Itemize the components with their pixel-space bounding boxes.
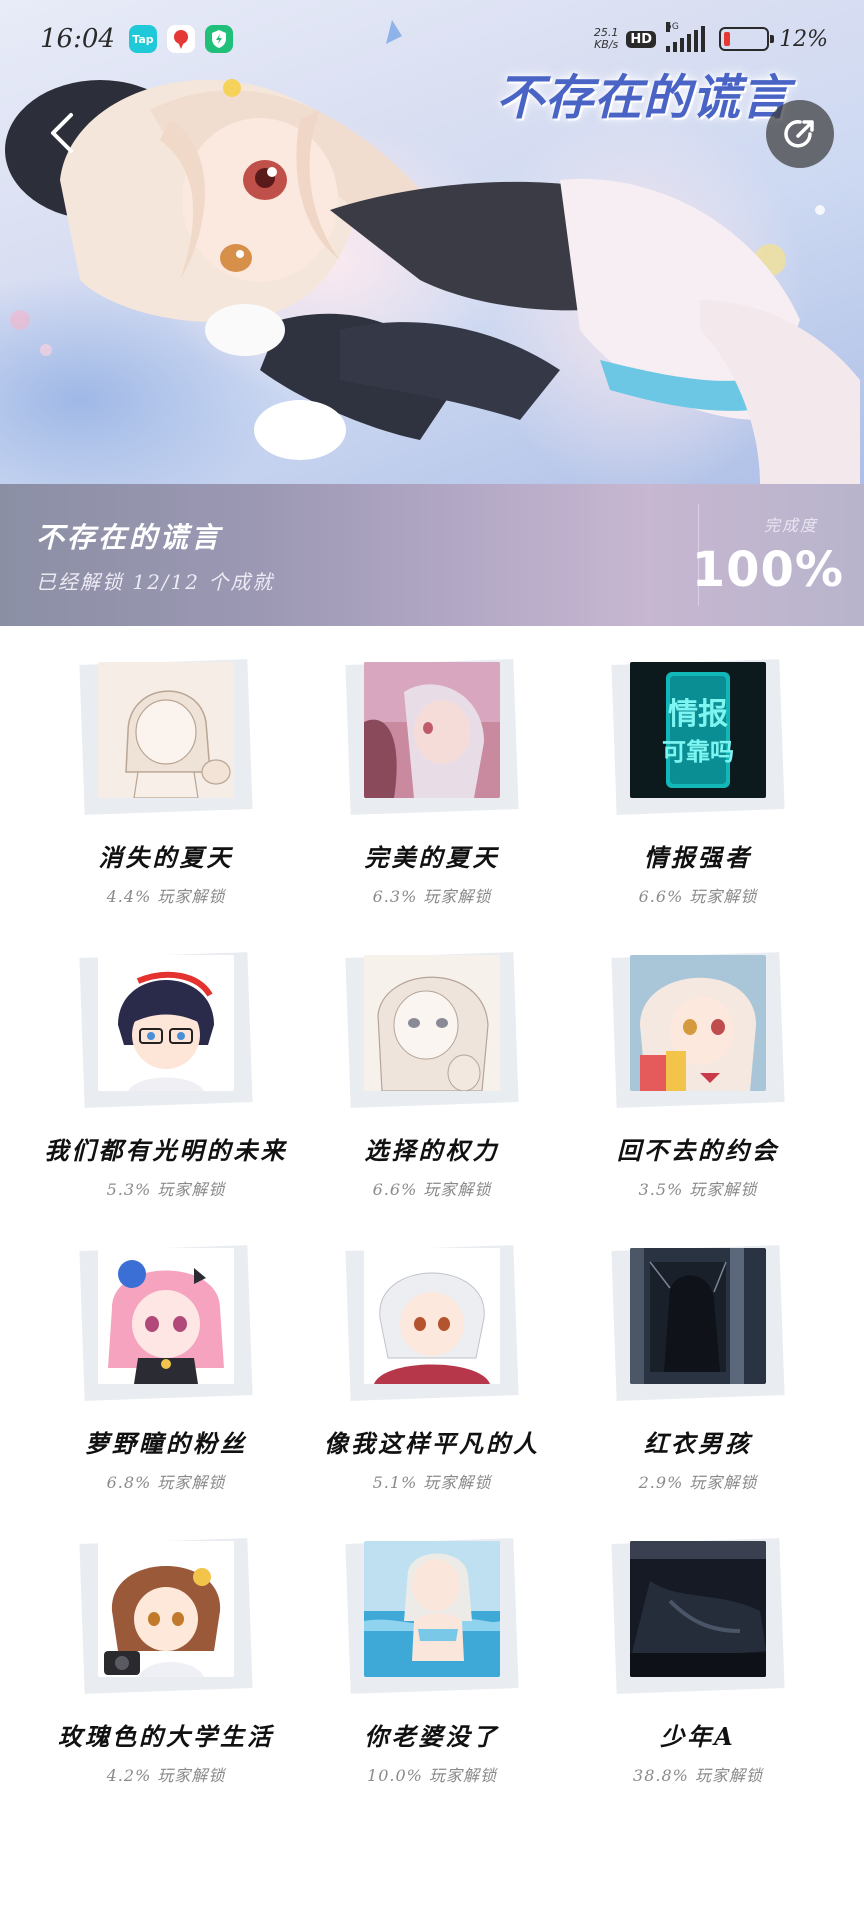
achievement-thumbnail	[79, 952, 253, 1108]
share-icon	[784, 120, 814, 148]
achievement-title: 选择的权力	[364, 1136, 500, 1165]
notification-app-icon	[166, 25, 195, 53]
completion-value: 100%	[691, 542, 844, 598]
achievement-card[interactable]: 完美的夏天 6.3% 玩家解锁	[299, 626, 565, 919]
achievement-art	[364, 1248, 500, 1384]
achievement-card[interactable]: 选择的权力 6.6% 玩家解锁	[299, 919, 565, 1212]
achievement-art	[630, 1248, 766, 1384]
achievement-summary: 不存在的谎言 已经解锁 12/12 个成就 完成度 100%	[0, 484, 864, 626]
achievement-thumbnail	[611, 1245, 785, 1401]
battery-icon	[719, 27, 775, 51]
achievement-rate: 5.1% 玩家解锁	[372, 1473, 492, 1492]
share-button[interactable]	[766, 100, 834, 168]
taptap-icon: Tap	[128, 25, 157, 53]
achievement-title: 消失的夏天	[98, 843, 234, 872]
achievement-title: 萝野瞳的粉丝	[85, 1429, 247, 1458]
achievement-rate: 3.5% 玩家解锁	[638, 1180, 758, 1199]
achievement-art	[630, 955, 766, 1091]
achievement-thumbnail	[345, 952, 519, 1108]
chevron-left-icon	[51, 113, 73, 153]
art-text-2: 可靠吗	[662, 738, 734, 766]
art-text-1: 情报	[668, 697, 728, 732]
status-bar: 16:04 Tap 25.1 KB/s HD 5G 12%	[0, 0, 864, 78]
achievement-grid: 消失的夏天 4.4% 玩家解锁 完美的夏天 6.3% 玩家解锁 情报 可靠吗 情…	[0, 626, 864, 1798]
achievement-title: 红衣男孩	[644, 1429, 752, 1458]
achievement-card[interactable]: 萝野瞳的粉丝 6.8% 玩家解锁	[33, 1212, 299, 1505]
achievement-rate: 6.6% 玩家解锁	[638, 887, 758, 906]
achievement-thumbnail: 情报 可靠吗	[611, 659, 785, 815]
achievement-art	[364, 1541, 500, 1677]
battery-percent: 12%	[779, 26, 828, 52]
achievement-card[interactable]: 像我这样平凡的人 5.1% 玩家解锁	[299, 1212, 565, 1505]
achievement-card[interactable]: 红衣男孩 2.9% 玩家解锁	[565, 1212, 831, 1505]
achievement-card[interactable]: 我们都有光明的未来 5.3% 玩家解锁	[33, 919, 299, 1212]
status-app-icons: Tap	[128, 25, 233, 53]
network-type: 5G	[666, 22, 679, 32]
achievement-rate: 6.3% 玩家解锁	[372, 887, 492, 906]
hd-badge: HD	[626, 30, 657, 48]
achievement-art: 情报 可靠吗	[630, 662, 766, 798]
achievement-art	[98, 1248, 234, 1384]
completion-label: 完成度	[763, 516, 818, 535]
achievement-title: 情报强者	[644, 843, 752, 872]
achievement-title: 回不去的约会	[617, 1136, 779, 1165]
achievement-thumbnail	[79, 1245, 253, 1401]
achievement-title: 玫瑰色的大学生活	[58, 1722, 274, 1751]
achievement-art	[98, 955, 234, 1091]
achievement-title: 你老婆没了	[364, 1722, 500, 1751]
achievement-rate: 6.6% 玩家解锁	[372, 1180, 492, 1199]
achievement-art	[98, 662, 234, 798]
achievement-art	[630, 1541, 766, 1677]
achievement-card[interactable]: 少年A 38.8% 玩家解锁	[565, 1505, 831, 1798]
achievement-card[interactable]: 回不去的约会 3.5% 玩家解锁	[565, 919, 831, 1212]
achievement-rate: 2.9% 玩家解锁	[638, 1473, 758, 1492]
back-button[interactable]	[30, 96, 94, 170]
achievement-rate: 5.3% 玩家解锁	[106, 1180, 226, 1199]
unlocked-count: 已经解锁 12/12 个成就	[36, 570, 275, 594]
achievement-rate: 38.8% 玩家解锁	[633, 1766, 763, 1785]
status-time: 16:04	[40, 24, 115, 54]
achievement-art	[364, 955, 500, 1091]
signal-icon: 5G	[666, 22, 706, 52]
achievement-rate: 4.2% 玩家解锁	[106, 1766, 226, 1785]
achievement-card[interactable]: 你老婆没了 10.0% 玩家解锁	[299, 1505, 565, 1798]
speed-unit: KB/s	[594, 38, 619, 51]
achievement-title: 完美的夏天	[364, 843, 500, 872]
achievement-rate: 6.8% 玩家解锁	[106, 1473, 226, 1492]
network-speed: 25.1 KB/s	[594, 27, 619, 51]
achievement-card[interactable]: 情报 可靠吗 情报强者 6.6% 玩家解锁	[565, 626, 831, 919]
achievement-thumbnail	[345, 1245, 519, 1401]
achievement-thumbnail	[79, 659, 253, 815]
game-name: 不存在的谎言	[36, 521, 223, 554]
achievement-thumbnail	[611, 1538, 785, 1694]
achievement-thumbnail	[345, 659, 519, 815]
achievement-thumbnail	[345, 1538, 519, 1694]
achievement-title: 像我这样平凡的人	[324, 1429, 540, 1458]
achievement-title: 少年A	[660, 1722, 736, 1751]
achievement-thumbnail	[79, 1538, 253, 1694]
achievement-card[interactable]: 玫瑰色的大学生活 4.2% 玩家解锁	[33, 1505, 299, 1798]
achievement-title: 我们都有光明的未来	[44, 1136, 288, 1165]
achievement-rate: 4.4% 玩家解锁	[106, 887, 226, 906]
achievement-art	[98, 1541, 234, 1677]
achievement-art	[364, 662, 500, 798]
shield-app-icon	[204, 25, 233, 53]
achievement-thumbnail	[611, 952, 785, 1108]
achievement-rate: 10.0% 玩家解锁	[367, 1766, 497, 1785]
achievement-card[interactable]: 消失的夏天 4.4% 玩家解锁	[33, 626, 299, 919]
